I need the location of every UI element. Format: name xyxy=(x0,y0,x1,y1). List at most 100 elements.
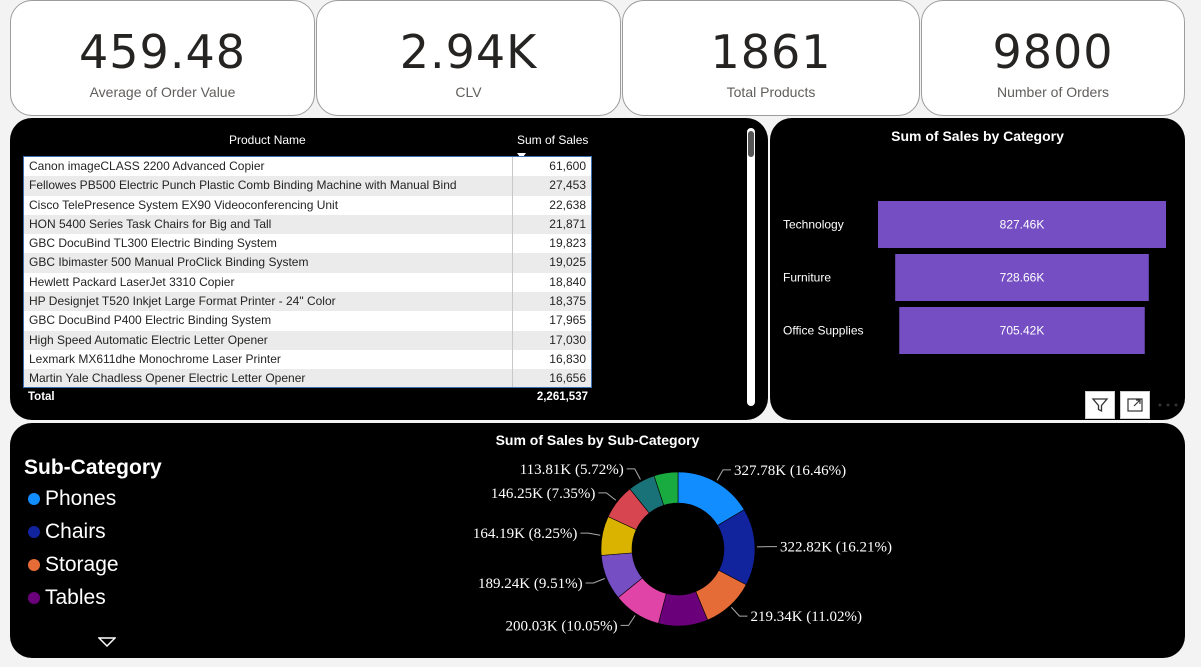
bar-data-label: 728.66K xyxy=(1000,271,1045,285)
filter-icon[interactable] xyxy=(1085,391,1115,419)
legend-item[interactable]: Storage xyxy=(28,553,119,577)
sales-cell: 17,965 xyxy=(549,313,586,328)
kpi-card-clv[interactable]: 2.94K CLV xyxy=(316,0,621,116)
kpi-label: Total Products xyxy=(726,84,816,100)
kpi-label: CLV xyxy=(455,84,482,100)
sales-cell: 18,840 xyxy=(549,274,586,289)
bar-data-label: 705.42K xyxy=(1000,324,1045,338)
table-row[interactable]: Lexmark MX611dhe Monochrome Laser Printe… xyxy=(24,349,591,370)
product-name-cell: GBC Ibimaster 500 Manual ProClick Bindin… xyxy=(24,253,513,273)
table-row[interactable]: GBC DocuBind P400 Electric Binding Syste… xyxy=(24,311,591,331)
table-row[interactable]: Cisco TelePresence System EX90 Videoconf… xyxy=(24,195,591,215)
table-row[interactable]: Hewlett Packard LaserJet 3310 Copier 18,8… xyxy=(24,272,591,293)
legend-label: Chairs xyxy=(45,520,106,543)
product-name-cell: Fellowes PB500 Electric Punch Plastic Co… xyxy=(24,176,513,196)
product-name-cell: GBC DocuBind TL300 Electric Binding Syst… xyxy=(24,234,513,254)
legend-label: Phones xyxy=(45,487,117,510)
product-name-cell: Hewlett Packard LaserJet 3310 Copier xyxy=(24,272,513,293)
product-name-cell: HON 5400 Series Task Chairs for Big and … xyxy=(24,214,513,235)
kpi-card-number-of-orders[interactable]: 9800 Number of Orders xyxy=(921,0,1185,116)
kpi-value: 459.48 xyxy=(79,25,246,79)
legend-dot xyxy=(28,559,40,571)
donut-data-label: 146.25K (7.35%) xyxy=(491,486,596,502)
bar-category-label: Office Supplies xyxy=(783,324,864,338)
kpi-value: 1861 xyxy=(710,25,832,79)
legend-label: Tables xyxy=(45,586,106,609)
product-name-cell: Cisco TelePresence System EX90 Videoconf… xyxy=(24,195,513,215)
product-name-cell: Canon imageCLASS 2200 Advanced Copier xyxy=(24,157,513,177)
table-row[interactable]: High Speed Automatic Electric Letter Ope… xyxy=(24,330,591,350)
table-row[interactable]: HP Designjet T520 Inkjet Large Format Pr… xyxy=(24,292,591,312)
table-total-row: Total 2,261,537 xyxy=(28,391,588,403)
table-row[interactable]: Canon imageCLASS 2200 Advanced Copier 61,… xyxy=(24,157,591,177)
bar-category-label: Furniture xyxy=(783,271,831,285)
legend-dot xyxy=(28,526,40,538)
table-row[interactable]: GBC Ibimaster 500 Manual ProClick Bindin… xyxy=(24,253,591,273)
kpi-card-aov[interactable]: 459.48 Average of Order Value xyxy=(10,0,315,116)
column-header-label: Sum of Sales xyxy=(517,133,589,147)
kpi-label: Number of Orders xyxy=(996,84,1110,100)
table-row[interactable]: Martin Yale Chadless Opener Electric Let… xyxy=(24,369,591,387)
sales-cell: 21,871 xyxy=(549,216,586,231)
sales-cell: 27,453 xyxy=(549,178,586,193)
donut-leader-line xyxy=(620,615,636,626)
sales-cell: 19,025 xyxy=(549,255,586,270)
donut-data-label: 219.34K (11.02%) xyxy=(750,609,862,625)
donut-data-label: 322.82K (16.21%) xyxy=(780,540,892,556)
column-header-sum-of-sales[interactable]: Sum of Sales xyxy=(517,133,589,159)
legend-scroll-down-icon[interactable] xyxy=(97,632,117,651)
bar-data-label: 827.46K xyxy=(1000,218,1045,232)
donut-leader-line xyxy=(626,468,641,480)
legend-item[interactable]: Tables xyxy=(28,586,106,610)
table-row[interactable]: Fellowes PB500 Electric Punch Plastic Co… xyxy=(24,176,591,196)
donut-leader-line xyxy=(598,492,617,501)
sales-cell: 18,375 xyxy=(549,294,586,309)
kpi-label: Average of Order Value xyxy=(89,84,236,100)
donut-data-label: 200.03K (10.05%) xyxy=(506,618,618,634)
sales-cell: 16,830 xyxy=(549,351,586,366)
donut-leader-line xyxy=(585,578,605,584)
bar-chart-svg: Technology 827.46K Furniture 728.66K Office … xyxy=(783,201,1166,354)
table-row[interactable]: GBC DocuBind TL300 Electric Binding Syst… xyxy=(24,234,591,254)
product-name-cell: Lexmark MX611dhe Monochrome Laser Printe… xyxy=(24,349,513,370)
donut-chart-svg: 327.78K (16.46%) 322.82K (16.21%) 219.34K … xyxy=(473,462,892,634)
bar-category-label: Technology xyxy=(783,218,844,232)
sales-cell: 61,600 xyxy=(549,159,586,173)
sales-cell: 22,638 xyxy=(549,197,586,212)
donut-data-label: 113.81K (5.72%) xyxy=(520,462,624,478)
kpi-value: 9800 xyxy=(992,25,1114,79)
legend-dot xyxy=(28,493,40,505)
product-name-cell: HP Designjet T520 Inkjet Large Format Pr… xyxy=(24,292,513,312)
donut-chart-title: Sum of Sales by Sub-Category xyxy=(495,432,700,448)
table-body: Canon imageCLASS 2200 Advanced Copier 61,… xyxy=(23,156,592,388)
report-canvas: 459.48 Average of Order Value 2.94K CLV … xyxy=(0,0,1201,667)
column-header-product-name[interactable]: Product Name xyxy=(229,133,306,155)
donut-leader-line xyxy=(730,606,748,617)
donut-data-label: 164.19K (8.25%) xyxy=(473,526,578,542)
total-value: 2,261,537 xyxy=(536,391,588,403)
donut-leader-line xyxy=(580,532,601,536)
legend-title: Sub-Category xyxy=(24,456,162,479)
focus-mode-icon[interactable] xyxy=(1120,391,1150,419)
product-name-cell: Martin Yale Chadless Opener Electric Let… xyxy=(24,369,513,387)
sales-cell: 16,656 xyxy=(549,371,586,386)
legend-dot xyxy=(28,592,40,604)
kpi-value: 2.94K xyxy=(399,25,538,79)
product-name-cell: GBC DocuBind P400 Electric Binding Syste… xyxy=(24,311,513,331)
product-name-cell: High Speed Automatic Electric Letter Ope… xyxy=(24,330,513,350)
more-options-icon[interactable] xyxy=(1153,391,1183,419)
legend-item[interactable]: Chairs xyxy=(28,520,106,544)
donut-data-label: 189.24K (9.51%) xyxy=(478,576,583,592)
donut-leader-line xyxy=(716,469,732,481)
donut-data-label: 327.78K (16.46%) xyxy=(734,463,846,479)
table-scrollbar[interactable] xyxy=(747,128,755,406)
side-pane-edge xyxy=(1186,0,1201,667)
total-label: Total xyxy=(28,391,55,403)
sales-cell: 17,030 xyxy=(549,332,586,347)
table-row[interactable]: HON 5400 Series Task Chairs for Big and … xyxy=(24,214,591,235)
sales-cell: 19,823 xyxy=(549,236,586,251)
table-scrollbar-thumb[interactable] xyxy=(748,131,754,157)
legend-label: Storage xyxy=(45,553,119,576)
legend-item[interactable]: Phones xyxy=(28,487,116,511)
kpi-card-total-products[interactable]: 1861 Total Products xyxy=(622,0,920,116)
